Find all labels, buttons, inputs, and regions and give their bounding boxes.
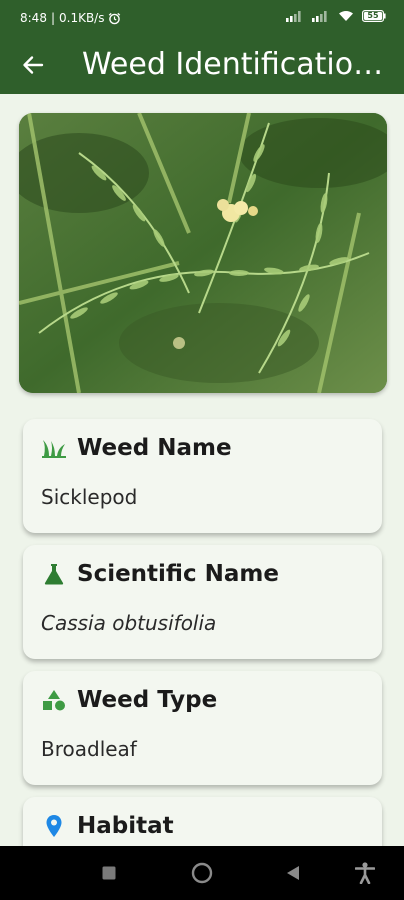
arrow-back-icon bbox=[22, 54, 44, 76]
scientific-name-value: Cassia obtusifolia bbox=[41, 611, 217, 635]
flask-icon bbox=[41, 561, 67, 587]
grass-icon bbox=[41, 435, 67, 461]
wifi-icon bbox=[338, 10, 354, 22]
battery-level: 55 bbox=[367, 11, 379, 20]
card-header: Scientific Name bbox=[41, 561, 279, 587]
back-button[interactable] bbox=[14, 46, 52, 84]
recents-button[interactable] bbox=[96, 860, 122, 886]
accessibility-button[interactable] bbox=[352, 860, 378, 886]
home-button[interactable] bbox=[189, 860, 215, 886]
square-icon bbox=[102, 866, 116, 880]
alarm-icon bbox=[108, 12, 121, 25]
card-header: Weed Type bbox=[41, 687, 217, 713]
card-title: Habitat bbox=[77, 813, 174, 839]
battery-icon: 55 bbox=[362, 10, 386, 22]
status-bar: 8:48 | 0.1KB/s 55 bbox=[0, 0, 404, 36]
card-scientific-name: Scientific Name Cassia obtusifolia bbox=[23, 545, 382, 659]
status-time: 8:48 bbox=[20, 11, 47, 25]
card-weed-name: Weed Name Sicklepod bbox=[23, 419, 382, 533]
status-separator: | bbox=[50, 11, 55, 25]
card-header: Habitat bbox=[41, 813, 174, 839]
weed-name-value: Sicklepod bbox=[41, 485, 138, 509]
card-title: Weed Type bbox=[77, 687, 218, 713]
card-habitat: Habitat bbox=[23, 797, 382, 846]
screen: 8:48 | 0.1KB/s 55 Weed Identification...… bbox=[0, 0, 404, 900]
weed-type-value: Broadleaf bbox=[41, 737, 137, 761]
weed-photo-illustration bbox=[19, 113, 387, 393]
signal-icon-2 bbox=[312, 10, 330, 22]
circle-icon bbox=[191, 862, 213, 884]
status-right: 55 bbox=[286, 10, 386, 22]
back-nav-button[interactable] bbox=[280, 860, 306, 886]
location-pin-icon bbox=[41, 813, 67, 839]
signal-icon bbox=[286, 10, 304, 22]
status-network-speed: 0.1KB/s bbox=[59, 11, 105, 25]
weed-photo bbox=[19, 113, 387, 393]
shapes-icon bbox=[41, 687, 67, 713]
content-area[interactable]: Weed Name Sicklepod Scientific Name Cass… bbox=[0, 94, 404, 846]
card-weed-type: Weed Type Broadleaf bbox=[23, 671, 382, 785]
card-header: Weed Name bbox=[41, 435, 232, 461]
app-bar: Weed Identification... bbox=[0, 36, 404, 94]
page-title: Weed Identification... bbox=[82, 47, 392, 82]
status-left: 8:48 | 0.1KB/s bbox=[20, 11, 121, 25]
accessibility-icon bbox=[355, 862, 375, 884]
card-title: Weed Name bbox=[77, 435, 232, 461]
system-nav-bar bbox=[0, 846, 404, 900]
triangle-back-icon bbox=[286, 865, 300, 881]
card-title: Scientific Name bbox=[77, 561, 279, 587]
